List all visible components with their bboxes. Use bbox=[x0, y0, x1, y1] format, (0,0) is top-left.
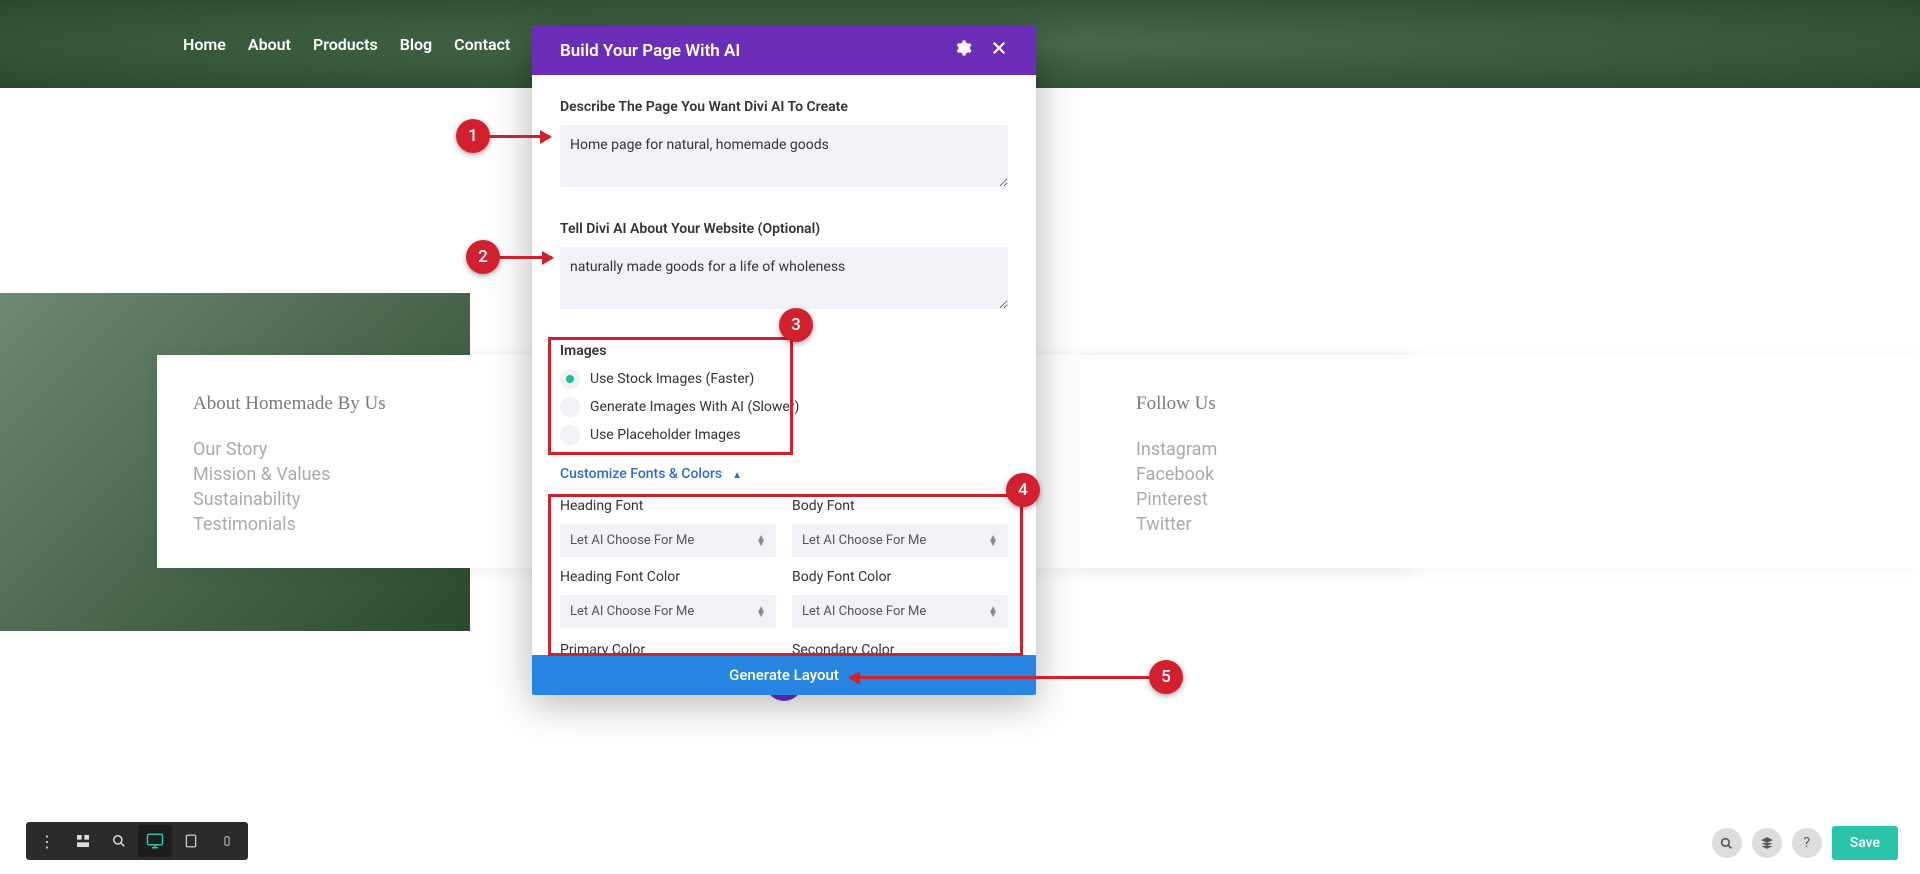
modal-body: Describe The Page You Want Divi AI To Cr… bbox=[532, 75, 1036, 655]
footer-link[interactable]: Instagram bbox=[1136, 439, 1864, 460]
footer-about-col: About Homemade By Us Our Story Mission &… bbox=[193, 393, 386, 530]
heading-font-label: Heading Font bbox=[560, 498, 776, 514]
annotation-arrow bbox=[500, 256, 552, 259]
modal-header: Build Your Page With AI bbox=[532, 26, 1036, 75]
annotation-badge-2: 2 bbox=[466, 240, 500, 274]
search-button-icon[interactable] bbox=[1712, 828, 1742, 858]
chevron-up-icon: ▲ bbox=[732, 470, 742, 481]
gear-icon[interactable] bbox=[954, 39, 972, 62]
footer-about-heading: About Homemade By Us bbox=[193, 393, 386, 415]
save-button[interactable]: Save bbox=[1832, 826, 1898, 860]
nav-bar: Home About Products Blog Contact bbox=[183, 33, 590, 56]
nav-products[interactable]: Products bbox=[313, 35, 378, 54]
modal-title: Build Your Page With AI bbox=[560, 41, 740, 61]
footer-link[interactable]: Twitter bbox=[1136, 514, 1864, 535]
annotation-arrow bbox=[490, 135, 550, 138]
footer-link[interactable]: Testimonials bbox=[193, 514, 386, 535]
radio-label: Use Placeholder Images bbox=[590, 427, 741, 443]
footer-link[interactable]: Pinterest bbox=[1136, 489, 1864, 510]
annotation-badge-3: 3 bbox=[779, 308, 813, 342]
body-font-color-select[interactable]: Let AI Choose For Me ▲▼ bbox=[792, 595, 1008, 628]
divi-bottom-toolbar: ⋮ bbox=[26, 822, 248, 860]
radio-label: Use Stock Images (Faster) bbox=[590, 371, 754, 387]
describe-label: Describe The Page You Want Divi AI To Cr… bbox=[560, 99, 1008, 115]
annotation-arrow bbox=[850, 676, 1150, 679]
heading-font-color-label: Heading Font Color bbox=[560, 569, 776, 585]
bottom-right-toolbar: ? Save bbox=[1712, 826, 1898, 860]
body-font-select[interactable]: Let AI Choose For Me ▲▼ bbox=[792, 524, 1008, 557]
nav-blog[interactable]: Blog bbox=[400, 35, 432, 54]
radio-stock-images[interactable] bbox=[560, 369, 580, 389]
annotation-badge-1: 1 bbox=[456, 119, 490, 153]
heading-font-color-select[interactable]: Let AI Choose For Me ▲▼ bbox=[560, 595, 776, 628]
help-button-icon[interactable]: ? bbox=[1792, 828, 1822, 858]
radio-label: Generate Images With AI (Slower) bbox=[590, 399, 799, 415]
body-font-label: Body Font bbox=[792, 498, 1008, 514]
heading-font-select[interactable]: Let AI Choose For Me ▲▼ bbox=[560, 524, 776, 557]
select-arrows-icon: ▲▼ bbox=[756, 607, 766, 617]
body-font-color-label: Body Font Color bbox=[792, 569, 1008, 585]
select-arrows-icon: ▲▼ bbox=[756, 536, 766, 546]
footer-follow-heading: Follow Us bbox=[1136, 393, 1864, 415]
desktop-view-icon[interactable] bbox=[138, 825, 172, 857]
phone-view-icon[interactable] bbox=[210, 825, 244, 857]
tablet-view-icon[interactable] bbox=[174, 825, 208, 857]
footer-link[interactable]: Sustainability bbox=[193, 489, 386, 510]
ai-build-modal: Build Your Page With AI Describe The Pag… bbox=[532, 26, 1036, 695]
footer-link[interactable]: Mission & Values bbox=[193, 464, 386, 485]
describe-textarea[interactable] bbox=[560, 125, 1008, 187]
radio-ai-images[interactable] bbox=[560, 397, 580, 417]
primary-color-label: Primary Color bbox=[560, 642, 776, 655]
footer-link[interactable]: Facebook bbox=[1136, 464, 1864, 485]
select-arrows-icon: ▲▼ bbox=[988, 607, 998, 617]
annotation-badge-5: 5 bbox=[1149, 660, 1183, 694]
menu-icon[interactable]: ⋮ bbox=[30, 825, 64, 857]
footer-link[interactable]: Our Story bbox=[193, 439, 386, 460]
secondary-color-label: Secondary Color bbox=[792, 642, 1008, 655]
zoom-icon[interactable] bbox=[102, 825, 136, 857]
close-icon[interactable] bbox=[990, 39, 1008, 62]
tell-label: Tell Divi AI About Your Website (Optiona… bbox=[560, 221, 1008, 237]
radio-placeholder-images[interactable] bbox=[560, 425, 580, 445]
images-label: Images bbox=[560, 343, 1008, 359]
nav-contact[interactable]: Contact bbox=[454, 35, 510, 54]
wireframe-view-icon[interactable] bbox=[66, 825, 100, 857]
select-arrows-icon: ▲▼ bbox=[988, 536, 998, 546]
layers-button-icon[interactable] bbox=[1752, 828, 1782, 858]
customize-fonts-colors-toggle[interactable]: Customize Fonts & Colors bbox=[560, 466, 722, 482]
nav-about[interactable]: About bbox=[248, 35, 291, 54]
tell-textarea[interactable] bbox=[560, 247, 1008, 309]
footer-follow-card: Follow Us Instagram Facebook Pinterest T… bbox=[1080, 355, 1920, 568]
generate-layout-button[interactable]: Generate Layout bbox=[532, 655, 1036, 695]
nav-home[interactable]: Home bbox=[183, 35, 226, 54]
annotation-badge-4: 4 bbox=[1006, 473, 1040, 507]
